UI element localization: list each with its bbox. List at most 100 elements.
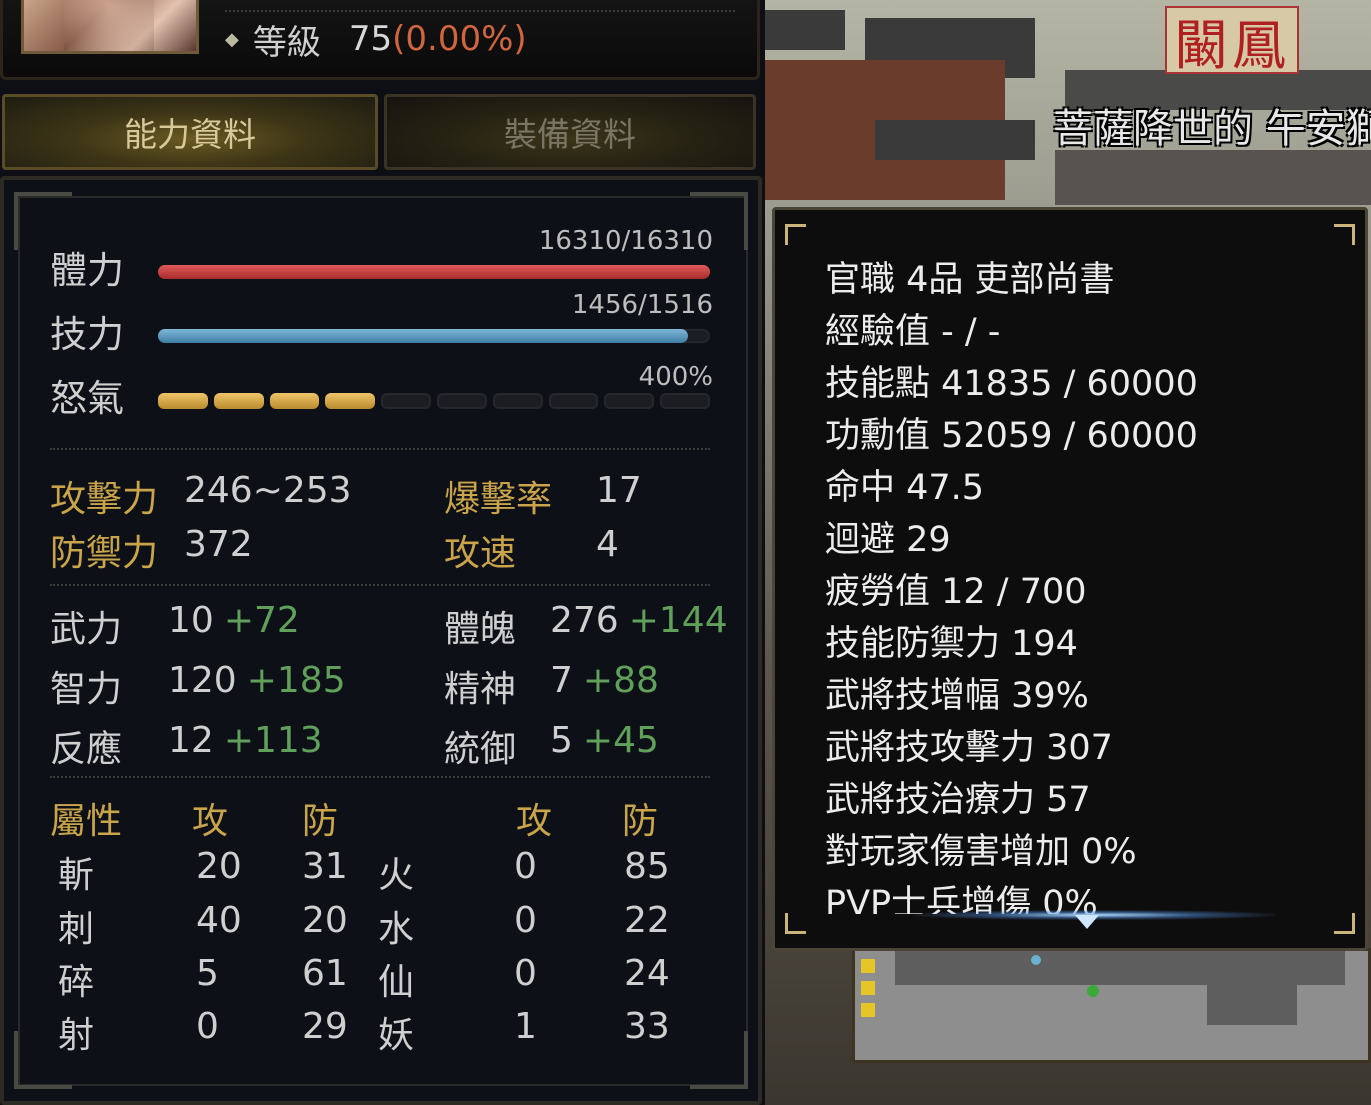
detail-stats-list[interactable]: 官職 4品 吏部尚書 經驗值 - / - 技能點 41835 / 60000 功…	[825, 254, 1345, 914]
element-header-def: 防	[622, 801, 659, 842]
rage-value: 400%	[638, 362, 713, 392]
attr-label: 武力	[50, 609, 123, 650]
element-header-attr: 屬性	[50, 801, 123, 842]
element-def: 33	[624, 1006, 670, 1047]
rage-segment	[492, 393, 543, 409]
element-name: 火	[378, 855, 415, 896]
rage-segment	[604, 393, 655, 409]
attr-base: 12	[168, 720, 214, 761]
element-def: 61	[302, 953, 348, 994]
tab-equipment-data[interactable]: 裝備資料	[384, 94, 756, 170]
defense-label: 防禦力	[50, 533, 159, 574]
guild-sign: 闞鳳	[1165, 6, 1299, 77]
detail-stat-line: 武將技治療力 57	[825, 780, 1091, 820]
detail-stat-line: 技能點 41835 / 60000	[825, 364, 1198, 404]
element-header-atk: 攻	[516, 801, 553, 842]
attr-bonus: +185	[246, 660, 346, 701]
attr-bonus: +113	[223, 720, 323, 761]
element-name: 斬	[58, 855, 95, 896]
building-wall	[1055, 150, 1371, 205]
element-def: 29	[302, 1006, 348, 1047]
attr-bonus: +45	[582, 720, 659, 761]
attack-label: 攻擊力	[50, 479, 159, 520]
element-atk: 0	[514, 953, 537, 994]
element-name: 碎	[58, 962, 95, 1003]
detail-stat-line: 武將技攻擊力 307	[825, 728, 1113, 768]
rage-segment	[269, 393, 320, 409]
rage-segment	[381, 393, 431, 409]
element-header-def: 防	[302, 801, 339, 842]
attr-label: 體魄	[444, 609, 517, 650]
attr-base: 5	[550, 720, 573, 761]
element-atk: 5	[196, 953, 219, 994]
detail-stat-line: 官職 4品 吏部尚書	[825, 260, 1115, 300]
tab-ability-data[interactable]: 能力資料	[2, 94, 378, 170]
rage-segment	[436, 393, 487, 409]
hp-value: 16310/16310	[538, 226, 713, 256]
element-def: 85	[624, 846, 670, 887]
popup-corner-icon	[785, 224, 806, 245]
map-marker-icon	[861, 1003, 875, 1017]
detail-stat-line: PVP士兵增傷 0%	[825, 884, 1098, 914]
crit-label: 爆擊率	[444, 479, 553, 520]
attr-label: 精神	[444, 669, 517, 710]
attr-bonus: +88	[582, 660, 659, 701]
character-panel: ◆ 等級 75 (0.00%) 能力資料 裝備資料 體力 16310/16310…	[0, 0, 765, 1105]
level-value: 75	[348, 19, 393, 59]
rage-label: 怒氣	[50, 377, 124, 420]
element-header-atk: 攻	[192, 801, 229, 842]
divider	[50, 448, 710, 450]
attack-value: 246~253	[184, 470, 352, 511]
speed-value: 4	[596, 524, 619, 565]
element-def: 22	[624, 900, 670, 941]
sp-bar	[158, 329, 710, 343]
popup-corner-icon	[785, 913, 806, 934]
map-player-dot-icon	[1087, 985, 1099, 997]
element-name: 刺	[58, 909, 95, 950]
level-exp-percent: (0.00%)	[392, 19, 527, 59]
character-header: ◆ 等級 75 (0.00%)	[0, 0, 760, 80]
element-name: 水	[378, 909, 415, 950]
defense-value: 372	[184, 524, 253, 565]
map-wall	[895, 951, 1345, 985]
rage-segment	[213, 393, 264, 409]
rage-segment	[158, 393, 208, 409]
map-npc-dot-icon	[1031, 955, 1041, 965]
frame-corner-ornament-icon	[690, 1031, 748, 1089]
attr-label: 統御	[444, 729, 517, 770]
sp-value: 1456/1516	[571, 290, 713, 320]
scroll-down-arrow-icon[interactable]	[1075, 915, 1099, 929]
crit-value: 17	[596, 470, 642, 511]
attr-label: 智力	[50, 669, 123, 710]
detail-stat-line: 迴避 29	[825, 520, 951, 560]
divider	[50, 776, 710, 778]
element-def: 20	[302, 900, 348, 941]
speed-label: 攻速	[444, 533, 517, 574]
level-row: ◆ 等級 75 (0.00%)	[225, 14, 527, 64]
diamond-bullet-icon: ◆	[225, 28, 239, 50]
element-atk: 40	[196, 900, 242, 941]
attr-bonus: +144	[628, 600, 728, 641]
sp-bar-fill	[158, 329, 688, 343]
player-title-banner: 菩薩降世的 午安獅	[1053, 106, 1371, 152]
attr-label: 反應	[50, 729, 123, 770]
detail-stat-line: 功勳值 52059 / 60000	[825, 416, 1198, 456]
detail-stat-line: 技能防禦力 194	[825, 624, 1078, 664]
map-area[interactable]	[852, 948, 1371, 1063]
hp-bar-fill	[158, 265, 710, 279]
divider	[50, 584, 710, 586]
element-atk: 20	[196, 846, 242, 887]
hp-label: 體力	[50, 249, 124, 292]
building-roof	[875, 120, 1035, 160]
element-atk: 0	[196, 1006, 219, 1047]
attr-base: 276	[550, 600, 619, 641]
level-label: 等級	[252, 22, 321, 63]
element-def: 24	[624, 953, 670, 994]
element-atk: 0	[514, 900, 537, 941]
building-roof	[765, 10, 845, 50]
rage-segment	[660, 393, 710, 409]
detail-stats-popup[interactable]: 官職 4品 吏部尚書 經驗值 - / - 技能點 41835 / 60000 功…	[772, 207, 1368, 951]
popup-corner-icon	[1334, 224, 1355, 245]
attr-base: 7	[550, 660, 573, 701]
rage-segment	[325, 393, 376, 409]
